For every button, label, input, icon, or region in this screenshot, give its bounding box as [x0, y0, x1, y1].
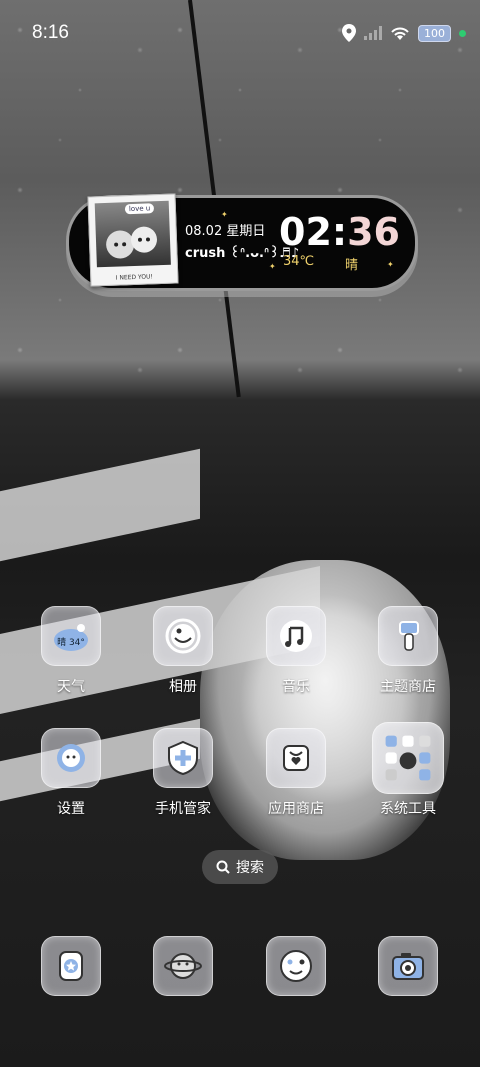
- settings-flower-icon: [41, 728, 101, 788]
- widget-temperature: 34℃: [283, 254, 315, 269]
- status-dot: [459, 29, 466, 37]
- app-label: 主题商店: [380, 679, 436, 695]
- signal-icon: [364, 26, 382, 40]
- widget-clock: 02:36: [279, 210, 400, 254]
- shield-plus-icon: [153, 728, 213, 788]
- photo-caption: I NEED YOU!: [115, 273, 153, 282]
- dock-camera[interactable]: [358, 936, 458, 996]
- dock-phone[interactable]: [21, 936, 121, 996]
- camera-icon: [378, 936, 438, 996]
- status-icons: 100: [342, 24, 466, 42]
- browser-cat-icon: [266, 936, 326, 996]
- widget-date: 08.02 星期日: [185, 224, 266, 239]
- app-weather[interactable]: 晴 34° 天气: [21, 606, 121, 696]
- location-icon: [342, 24, 356, 42]
- clock-minute: 36: [347, 210, 400, 254]
- app-system-tools[interactable]: 系统工具: [358, 722, 458, 818]
- app-music[interactable]: 音乐: [246, 606, 346, 696]
- app-label: 设置: [57, 801, 85, 817]
- clock-hour: 02:: [279, 210, 348, 254]
- photo-tag: love u: [124, 203, 155, 215]
- app-label: 音乐: [282, 679, 310, 695]
- gallery-face-icon: [153, 606, 213, 666]
- search-button[interactable]: 搜索: [202, 850, 278, 884]
- message-planet-icon: [153, 936, 213, 996]
- app-phone-manager[interactable]: 手机管家: [133, 728, 233, 818]
- app-label: 相册: [169, 679, 197, 695]
- app-theme-store[interactable]: 主题商店: [358, 606, 458, 696]
- app-settings[interactable]: 设置: [21, 728, 121, 818]
- wifi-icon: [391, 27, 409, 40]
- app-gallery[interactable]: 相册: [133, 606, 233, 696]
- app-label: 系统工具: [380, 801, 436, 817]
- app-label: 手机管家: [155, 801, 211, 817]
- phone-star-icon: [41, 936, 101, 996]
- paint-brush-icon: [378, 606, 438, 666]
- search-icon: [216, 860, 230, 874]
- app-label: 应用商店: [268, 801, 324, 817]
- widget-condition: 晴: [345, 258, 359, 273]
- folder-icon: [372, 722, 444, 794]
- photo-polaroid: love u I NEED YOU!: [87, 193, 179, 287]
- search-label: 搜索: [236, 860, 264, 876]
- weather-cloud-icon: 晴 34°: [41, 606, 101, 666]
- star-icon: ✦: [221, 210, 228, 219]
- clock-weather-widget[interactable]: love u I NEED YOU! 08.02 星期日 crush ꒰ᐢ.ᴗ.…: [66, 193, 418, 291]
- dock-messages[interactable]: [133, 936, 233, 996]
- app-label: 天气: [57, 679, 85, 695]
- wallpaper-crosswalk: [0, 448, 200, 562]
- star-icon: ✦: [387, 260, 394, 269]
- shopping-bag-heart-icon: [266, 728, 326, 788]
- music-note-icon: [266, 606, 326, 666]
- battery-icon: 100: [418, 24, 451, 42]
- app-app-store[interactable]: 应用商店: [246, 728, 346, 818]
- status-time: 8:16: [32, 22, 69, 43]
- star-icon: ✦: [269, 262, 276, 271]
- dock-browser[interactable]: [246, 936, 346, 996]
- status-bar: 8:16 100: [0, 0, 480, 66]
- weather-icon-text: 晴 34°: [57, 638, 85, 648]
